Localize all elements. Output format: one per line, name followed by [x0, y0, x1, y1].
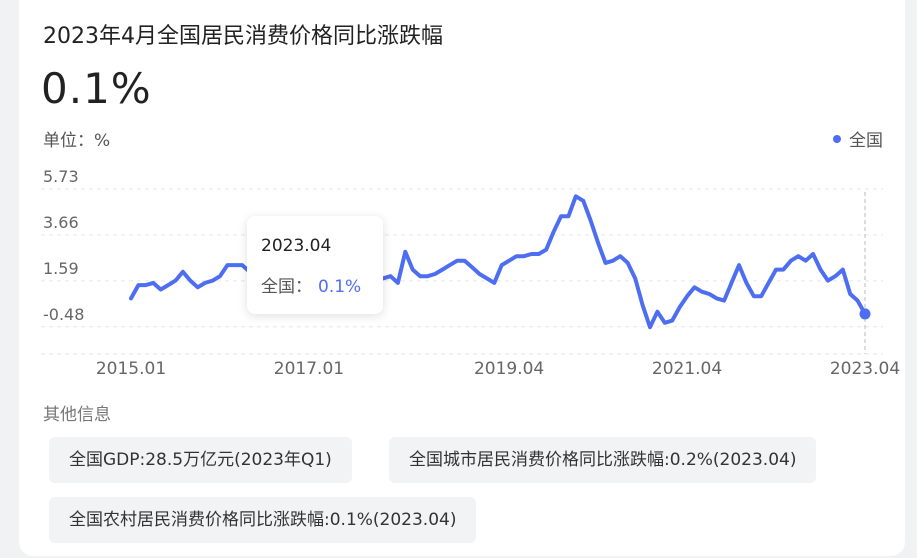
y-tick-label: 3.66	[43, 213, 79, 232]
tooltip-row: 全国： 0.1%	[261, 272, 361, 297]
x-tick-label: 2021.04	[652, 359, 722, 379]
tooltip: 2023.04 全国： 0.1%	[247, 216, 383, 314]
other-info-heading: 其他信息	[43, 405, 111, 425]
x-tick-label: 2019.04	[474, 359, 544, 379]
current-value: 0.1%	[41, 64, 152, 113]
legend-dot-icon	[833, 134, 841, 143]
tooltip-series-label: 全国：	[261, 277, 312, 297]
cpi-card: 2023年4月全国居民消费价格同比涨跌幅 0.1% 单位：% 全国 5.73 3.…	[19, 0, 905, 556]
tooltip-date: 2023.04	[261, 236, 332, 256]
tooltip-value: 0.1%	[318, 277, 362, 297]
x-tick-label: 2015.01	[96, 359, 166, 379]
x-tick-label: 2023.04	[830, 359, 900, 379]
unit-label: 单位：%	[43, 131, 111, 151]
y-tick-label: 5.73	[43, 170, 79, 186]
line-chart[interactable]: 5.73 3.66 1.59 -0.48 2015.01 2017.01 2019.04 2…	[19, 170, 905, 385]
legend[interactable]: 全国	[833, 126, 883, 151]
card-title: 2023年4月全国居民消费价格同比涨跌幅	[43, 24, 443, 49]
y-tick-label: -0.48	[43, 305, 84, 324]
y-tick-label: 1.59	[43, 259, 79, 278]
info-chip-rural-cpi[interactable]: 全国农村居民消费价格同比涨跌幅:0.1%(2023.04)	[49, 497, 477, 543]
legend-label: 全国	[849, 131, 883, 151]
info-chip-gdp[interactable]: 全国GDP:28.5万亿元(2023年Q1)	[49, 437, 352, 483]
data-point-2023-04[interactable]	[859, 308, 871, 320]
info-chip-urban-cpi[interactable]: 全国城市居民消费价格同比涨跌幅:0.2%(2023.04)	[389, 437, 817, 483]
series-line-quanguo	[129, 194, 867, 330]
x-tick-label: 2017.01	[274, 359, 344, 379]
